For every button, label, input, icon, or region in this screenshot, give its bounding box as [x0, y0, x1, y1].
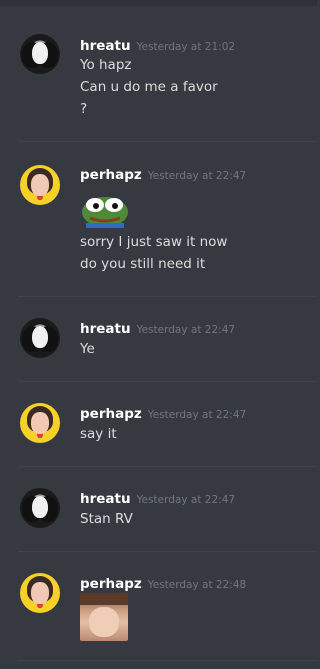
user-avatar[interactable] — [20, 573, 60, 613]
message-header: hreatu Yesterday at 21:02 — [80, 35, 236, 54]
timestamp: Yesterday at 22:48 — [147, 579, 247, 591]
user-avatar[interactable] — [20, 165, 60, 205]
message-text: Can u do me a favor — [80, 79, 218, 95]
pepe-frog-emoji[interactable] — [80, 192, 130, 228]
timestamp: Yesterday at 22:47 — [136, 324, 236, 336]
timestamp: Yesterday at 22:47 — [136, 494, 236, 506]
user-avatar[interactable] — [20, 488, 60, 528]
timestamp: Yesterday at 21:02 — [136, 41, 236, 53]
username[interactable]: hreatu — [80, 38, 131, 54]
message-text: sorry I just saw it now — [80, 234, 228, 250]
message-header: hreatu Yesterday at 22:47 — [80, 318, 236, 337]
message-header: perhapz Yesterday at 22:47 — [80, 164, 247, 183]
message-text: Yo hapz — [80, 57, 132, 73]
message-header: perhapz Yesterday at 22:48 — [80, 573, 247, 592]
username[interactable]: perhapz — [80, 576, 142, 592]
top-bar — [0, 0, 317, 6]
user-avatar[interactable] — [20, 34, 60, 74]
username[interactable]: perhapz — [80, 406, 142, 422]
timestamp: Yesterday at 22:47 — [147, 409, 247, 421]
message-divider — [18, 296, 317, 297]
message-divider — [18, 141, 317, 142]
username[interactable]: perhapz — [80, 167, 142, 183]
message-text: say it — [80, 426, 117, 442]
chat-message-list[interactable]: hreatu Yesterday at 21:02 Yo hapz Can u d… — [0, 0, 317, 669]
message-text: Ye — [80, 341, 95, 357]
username[interactable]: hreatu — [80, 491, 131, 507]
message-divider — [18, 381, 317, 382]
message-divider — [18, 660, 317, 661]
message-text: ? — [80, 101, 88, 117]
message-divider — [18, 551, 317, 552]
message-divider — [18, 466, 317, 467]
face-photo-image[interactable] — [80, 593, 128, 641]
message-header: hreatu Yesterday at 22:47 — [80, 488, 236, 507]
username[interactable]: hreatu — [80, 321, 131, 337]
message-header: perhapz Yesterday at 22:47 — [80, 403, 247, 422]
message-text: do you still need it — [80, 256, 206, 272]
user-avatar[interactable] — [20, 318, 60, 358]
timestamp: Yesterday at 22:47 — [147, 170, 247, 182]
message-text: Stan RV — [80, 511, 133, 527]
user-avatar[interactable] — [20, 403, 60, 443]
